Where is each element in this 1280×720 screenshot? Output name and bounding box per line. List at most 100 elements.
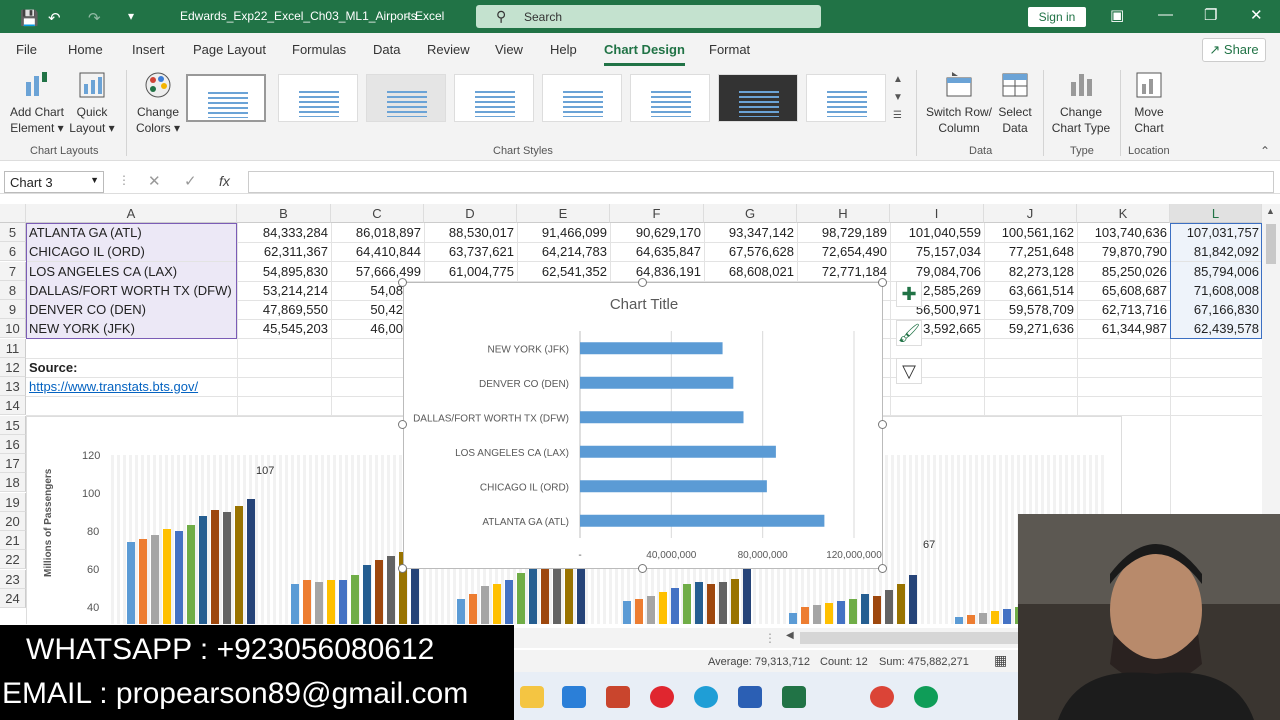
passenger-count-cell[interactable]: 62,713,716 [1077,300,1170,319]
passenger-count-cell[interactable]: 47,869,550 [237,300,331,319]
passenger-count-cell[interactable]: 75,157,034 [890,242,984,261]
column-header-c[interactable]: C [331,204,424,223]
chart-elements-plus-icon[interactable]: ✚ [896,281,922,307]
change-colors-button[interactable]: Change Colors ▾ [132,70,184,136]
passenger-count-cell[interactable]: 82,273,128 [984,262,1077,281]
airport-name-cell[interactable]: CHICAGO IL (ORD) [26,242,237,262]
name-box-dropdown-icon[interactable]: ▼ [90,175,99,185]
cancel-icon[interactable]: ✕ [148,172,161,190]
tab-format[interactable]: Format [709,42,750,57]
restore-icon[interactable]: ❐ [1204,6,1217,24]
row-header[interactable]: 23 [0,569,26,589]
column-header-f[interactable]: F [610,204,704,223]
row-header[interactable]: 19 [0,492,26,512]
normal-view-icon[interactable]: ▦ [994,652,1007,669]
resize-handle[interactable] [398,564,407,573]
row-header[interactable]: 12 [0,357,26,377]
passenger-count-cell[interactable]: 54,895,830 [237,262,331,281]
edge-icon[interactable] [694,686,718,708]
horizontal-scroll-thumb[interactable] [800,632,1018,644]
resize-handle[interactable] [638,564,647,573]
chart-style-7[interactable] [718,74,798,122]
row-header[interactable]: 10 [0,319,26,339]
column-header-i[interactable]: I [890,204,984,223]
move-chart-button[interactable]: Move Chart [1126,70,1172,136]
chart-style-6[interactable] [630,74,710,122]
row-header[interactable]: 20 [0,511,26,531]
tab-formulas[interactable]: Formulas [292,42,346,57]
column-header-e[interactable]: E [517,204,610,223]
passenger-count-cell[interactable]: 57,666,499 [331,262,424,281]
row-header[interactable]: 14 [0,396,26,416]
passenger-count-cell[interactable]: 62,439,578 [1170,319,1262,339]
column-header-g[interactable]: G [704,204,797,223]
row-header[interactable]: 17 [0,454,26,473]
select-data-button[interactable]: Select Data [994,70,1036,136]
passenger-count-cell[interactable]: 68,608,021 [704,262,797,281]
scroll-up-icon[interactable]: ▲ [1266,206,1275,216]
switch-row-column-button[interactable]: Switch Row/Column [922,70,996,136]
passenger-count-cell[interactable]: 63,737,621 [424,242,517,261]
tab-page-layout[interactable]: Page Layout [193,42,266,57]
tab-data[interactable]: Data [373,42,400,57]
resize-handle[interactable] [878,564,887,573]
row-header[interactable]: 9 [0,300,26,319]
passenger-count-cell[interactable]: 100,561,162 [984,223,1077,242]
row-header[interactable]: 21 [0,531,26,550]
select-all-corner[interactable] [0,204,26,223]
chart-style-2[interactable] [278,74,358,122]
search-box[interactable]: ⚲ Search [476,5,821,28]
row-header[interactable]: 15 [0,415,26,435]
enter-icon[interactable]: ✓ [184,172,197,190]
row-header[interactable]: 6 [0,242,26,262]
passenger-count-cell[interactable]: 61,004,775 [424,262,517,281]
tab-chart-design[interactable]: Chart Design [604,42,685,66]
resize-handle[interactable] [398,278,407,287]
airport-name-cell[interactable]: DALLAS/FORT WORTH TX (DFW) [26,280,237,300]
airport-name-cell[interactable]: ATLANTA GA (ATL) [26,223,237,242]
passenger-count-cell[interactable]: 101,040,559 [890,223,984,242]
scroll-left-icon[interactable]: ◀ [786,630,794,641]
gallery-more-icon[interactable]: ☰ [893,110,902,121]
passenger-count-cell[interactable]: 59,271,636 [984,319,1077,338]
row-header[interactable]: 11 [0,338,26,358]
column-header-a[interactable]: A [26,204,237,223]
row-header[interactable]: 16 [0,434,26,454]
row-header[interactable]: 7 [0,261,26,281]
passenger-count-cell[interactable]: 59,578,709 [984,300,1077,319]
row-header[interactable]: 8 [0,280,26,300]
chart-style-1[interactable] [186,74,266,122]
passenger-count-cell[interactable]: 79,084,706 [890,262,984,281]
row-header[interactable]: 13 [0,377,26,396]
passenger-count-cell[interactable]: 77,251,648 [984,242,1077,261]
passenger-count-cell[interactable]: 84,333,284 [237,223,331,242]
row-header[interactable]: 22 [0,550,26,570]
store-icon[interactable] [562,686,586,708]
resize-handle[interactable] [878,278,887,287]
passenger-count-cell[interactable]: 64,635,847 [610,242,704,261]
file-explorer-icon[interactable] [520,686,544,708]
minimize-icon[interactable]: — [1158,6,1173,23]
chart-styles-brush-icon[interactable]: 🖌 [896,320,922,346]
passenger-count-cell[interactable]: 107,031,757 [1170,223,1262,242]
row-header[interactable]: 24 [0,588,26,608]
passenger-count-cell[interactable]: 53,214,214 [237,281,331,300]
airport-name-cell[interactable]: NEW YORK (JFK) [26,319,237,339]
passenger-count-cell[interactable]: 45,545,203 [237,319,331,338]
passenger-count-cell[interactable]: 67,166,830 [1170,300,1262,319]
passenger-count-cell[interactable]: 65,608,687 [1077,281,1170,300]
resize-handle[interactable] [878,420,887,429]
tab-insert[interactable]: Insert [132,42,165,57]
column-header-b[interactable]: B [237,204,331,223]
column-header-l[interactable]: L [1170,204,1262,223]
redo-icon[interactable]: ↷ [88,9,101,27]
passenger-count-cell[interactable]: 64,410,844 [331,242,424,261]
excel-icon[interactable] [782,686,806,708]
passenger-count-cell[interactable]: 72,654,490 [797,242,890,261]
airport-name-cell[interactable]: DENVER CO (DEN) [26,300,237,319]
row-header[interactable]: 18 [0,473,26,493]
passenger-count-cell[interactable]: 90,629,170 [610,223,704,242]
chrome-profile-icon[interactable] [870,686,894,708]
tab-file[interactable]: File [16,42,37,57]
tab-view[interactable]: View [495,42,523,57]
